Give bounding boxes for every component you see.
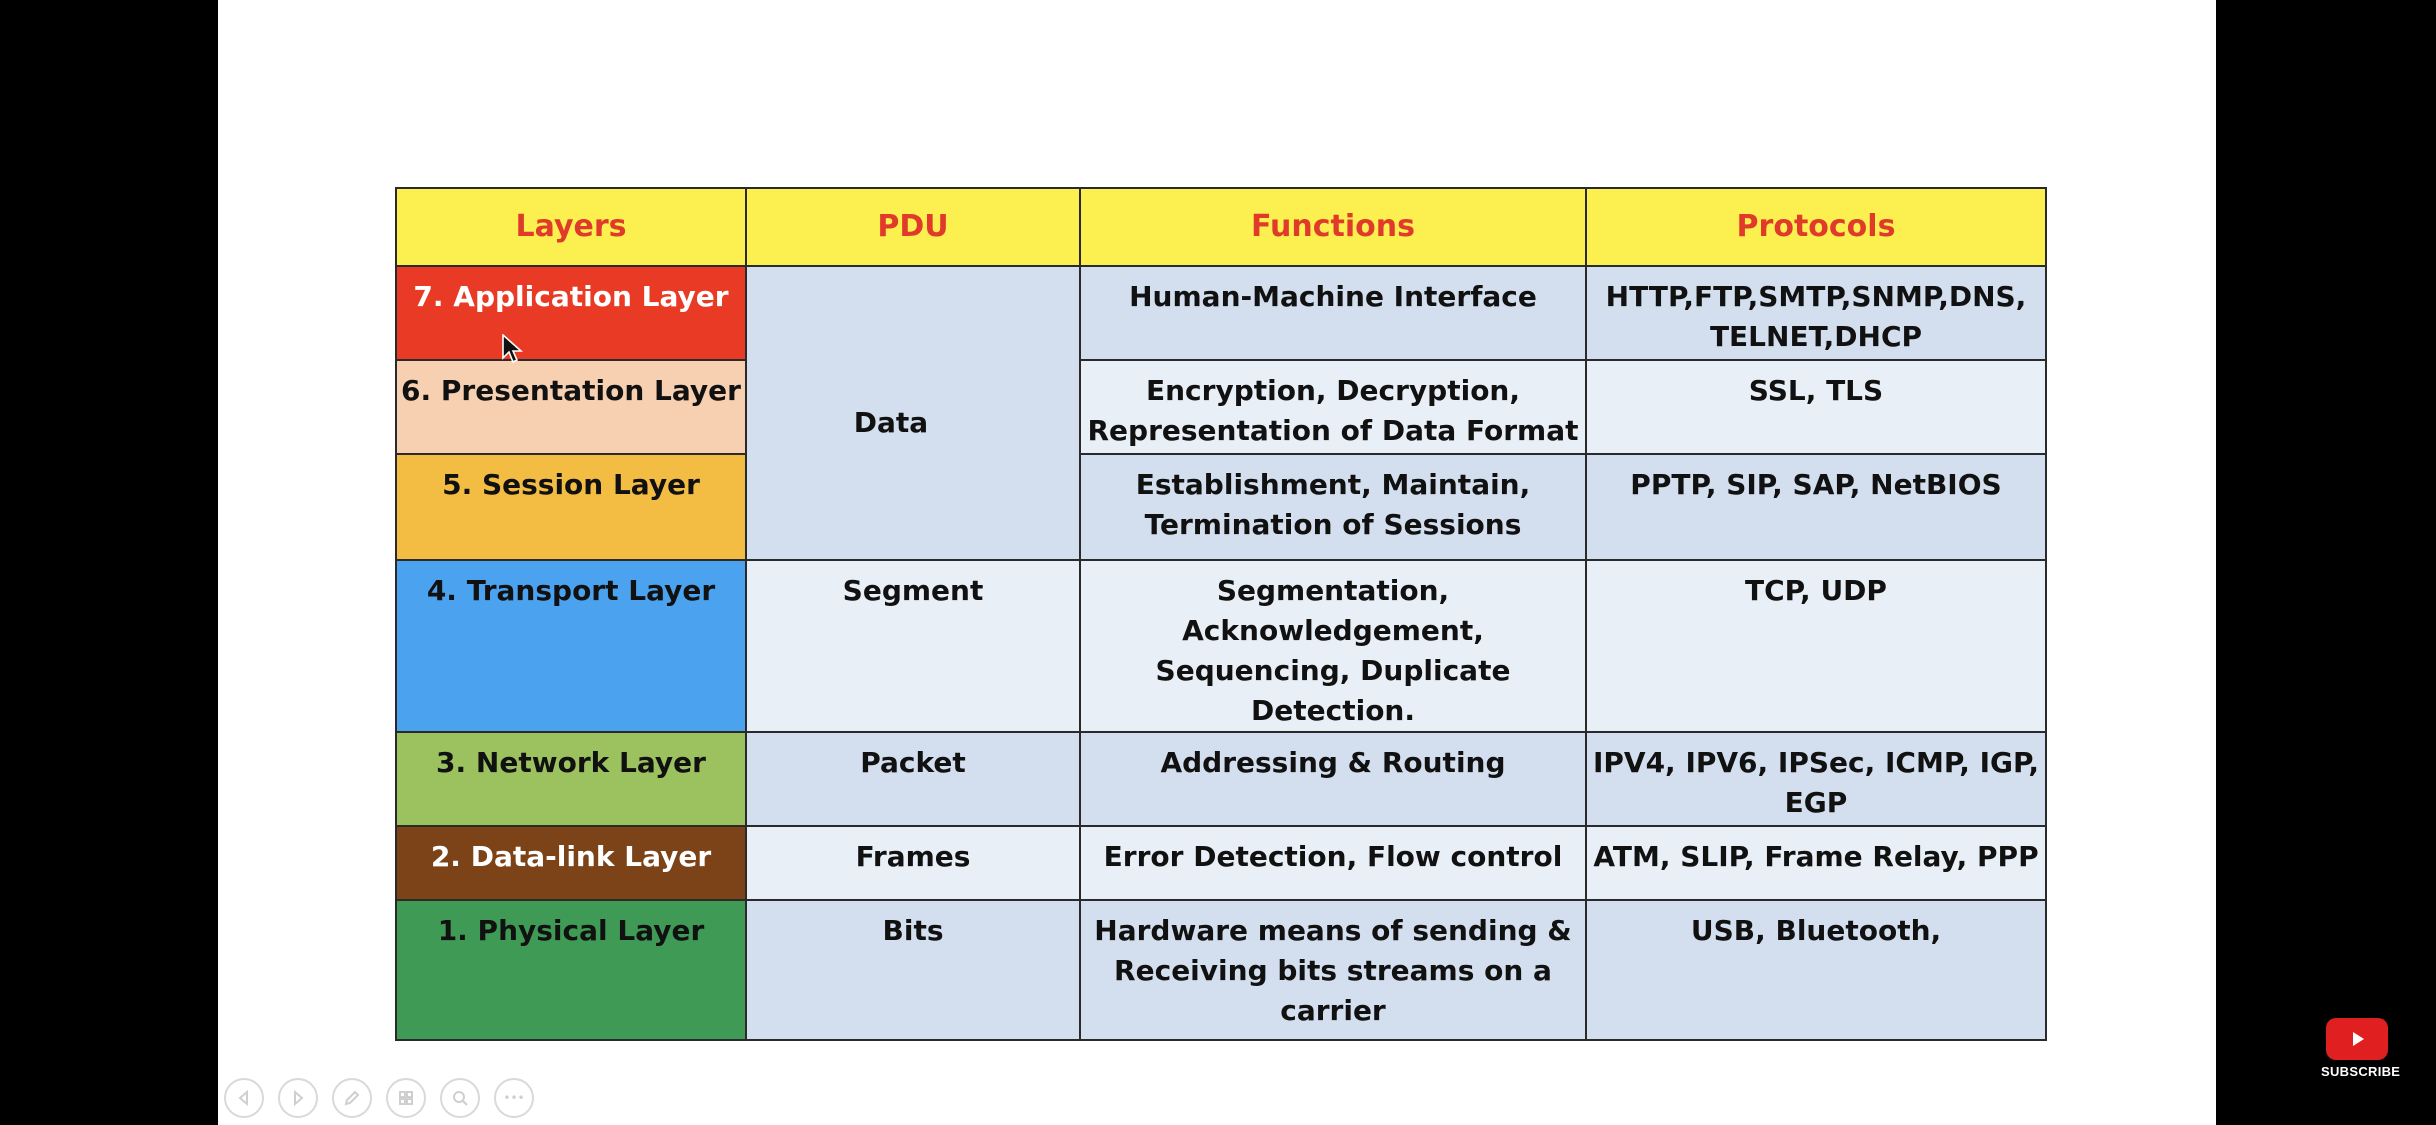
table-row: 5. Session Layer Establishment, Maintain… [395, 453, 2047, 561]
layer-name: 5. Session Layer [442, 468, 700, 501]
function-cell: Encryption, Decryption, Representation o… [1079, 359, 1587, 455]
protocol-line: IPV4, IPV6, IPSec, ICMP, IGP, [1592, 746, 2040, 779]
header-pdu: PDU [745, 187, 1081, 267]
pdu-name: Segment [842, 574, 984, 607]
function-line: Addressing & Routing [1160, 746, 1506, 779]
table-row: 6. Presentation Layer Encryption, Decryp… [395, 359, 2047, 455]
protocol-cell: SSL, TLS [1585, 359, 2047, 455]
function-cell: Establishment, Maintain, Termination of … [1079, 453, 1587, 561]
function-line: Encryption, Decryption, [1145, 374, 1521, 407]
function-line: Termination of Sessions [1144, 508, 1522, 541]
protocol-line: ATM, SLIP, Frame Relay, PPP [1593, 840, 2039, 873]
pdu-name: Frames [855, 840, 971, 873]
function-line: Sequencing, Duplicate Detection. [1155, 654, 1511, 727]
slideshow-controls: ••• [224, 1078, 534, 1118]
pdu-name: Bits [882, 914, 944, 947]
function-cell: Addressing & Routing [1079, 731, 1587, 827]
function-cell: Segmentation, Acknowledgement, Sequencin… [1079, 559, 1587, 733]
function-cell: Hardware means of sending & Receiving bi… [1079, 899, 1587, 1041]
pdu-cell: Frames [745, 825, 1081, 901]
function-line: Human-Machine Interface [1129, 280, 1537, 313]
protocol-line: TCP, UDP [1745, 574, 1887, 607]
protocol-cell: PPTP, SIP, SAP, NetBIOS [1585, 453, 2047, 561]
header-protocols: Protocols [1585, 187, 2047, 267]
function-cell: Error Detection, Flow control [1079, 825, 1587, 901]
zoom-icon[interactable] [440, 1078, 480, 1118]
mouse-cursor-icon [502, 334, 524, 364]
layer-cell-physical: 1. Physical Layer [395, 899, 747, 1041]
screen: Layers PDU Functions Protocols 7. Applic… [0, 0, 2436, 1125]
layer-cell-transport: 4. Transport Layer [395, 559, 747, 733]
function-line: Establishment, Maintain, [1135, 468, 1531, 501]
function-line: Error Detection, Flow control [1103, 840, 1563, 873]
header-row: Layers PDU Functions Protocols [395, 187, 2047, 267]
pdu-cell: Packet [745, 731, 1081, 827]
protocol-cell: IPV4, IPV6, IPSec, ICMP, IGP, EGP [1585, 731, 2047, 827]
next-icon[interactable] [278, 1078, 318, 1118]
presentation-slide: Layers PDU Functions Protocols 7. Applic… [218, 0, 2216, 1125]
youtube-play-icon [2326, 1018, 2388, 1060]
function-cell: Human-Machine Interface [1079, 265, 1587, 361]
protocol-line: EGP [1784, 786, 1848, 819]
more-label: ••• [503, 1091, 525, 1105]
header-functions: Functions [1079, 187, 1587, 267]
pdu-cell-data: Data [745, 265, 1081, 561]
prev-icon[interactable] [224, 1078, 264, 1118]
header-layers: Layers [395, 187, 747, 267]
protocol-cell: ATM, SLIP, Frame Relay, PPP [1585, 825, 2047, 901]
more-icon[interactable]: ••• [494, 1078, 534, 1118]
pdu-cell: Segment [745, 559, 1081, 733]
layer-cell-network: 3. Network Layer [395, 731, 747, 827]
layer-name: 2. Data-link Layer [430, 840, 712, 873]
table-row: 1. Physical Layer Bits Hardware means of… [395, 899, 2047, 1041]
table-row: 4. Transport Layer Segment Segmentation,… [395, 559, 2047, 733]
subscribe-label: SUBSCRIBE [2321, 1064, 2401, 1079]
table-row: 3. Network Layer Packet Addressing & Rou… [395, 731, 2047, 827]
layer-name: 7. Application Layer [413, 280, 729, 313]
protocol-line: USB, Bluetooth, [1690, 914, 1942, 947]
layer-name: 1. Physical Layer [437, 914, 705, 947]
layer-cell-datalink: 2. Data-link Layer [395, 825, 747, 901]
layer-name: 6. Presentation Layer [401, 374, 741, 407]
table-row: 2. Data-link Layer Frames Error Detectio… [395, 825, 2047, 901]
function-line: Hardware means of sending & [1094, 914, 1572, 947]
protocol-line: PPTP, SIP, SAP, NetBIOS [1630, 468, 2002, 501]
slides-icon[interactable] [386, 1078, 426, 1118]
pdu-name: Data [853, 406, 929, 439]
youtube-subscribe-watermark[interactable]: SUBSCRIBE [2321, 1018, 2401, 1088]
pdu-cell: Bits [745, 899, 1081, 1041]
function-line: Receiving bits streams on a carrier [1114, 954, 1552, 1027]
layer-cell-session: 5. Session Layer [395, 453, 747, 561]
protocol-cell: USB, Bluetooth, [1585, 899, 2047, 1041]
protocol-cell: TCP, UDP [1585, 559, 2047, 733]
osi-model-table: Layers PDU Functions Protocols 7. Applic… [395, 187, 2047, 1041]
layer-name: 4. Transport Layer [426, 574, 716, 607]
table-row: 7. Application Layer Data Human-Machine … [395, 265, 2047, 561]
function-line: Segmentation, Acknowledgement, [1182, 574, 1484, 647]
layer-cell-presentation: 6. Presentation Layer [395, 359, 747, 455]
layer-cell-application: 7. Application Layer [395, 265, 747, 361]
pdu-name: Packet [860, 746, 966, 779]
protocol-line: HTTP,FTP,SMTP,SNMP,DNS, [1605, 280, 2027, 313]
protocol-line: SSL, TLS [1748, 374, 1884, 407]
function-line: Representation of Data Format [1087, 414, 1579, 447]
pen-icon[interactable] [332, 1078, 372, 1118]
layer-name: 3. Network Layer [436, 746, 706, 779]
protocol-line: TELNET,DHCP [1709, 320, 1923, 353]
protocol-cell: HTTP,FTP,SMTP,SNMP,DNS, TELNET,DHCP [1585, 265, 2047, 361]
